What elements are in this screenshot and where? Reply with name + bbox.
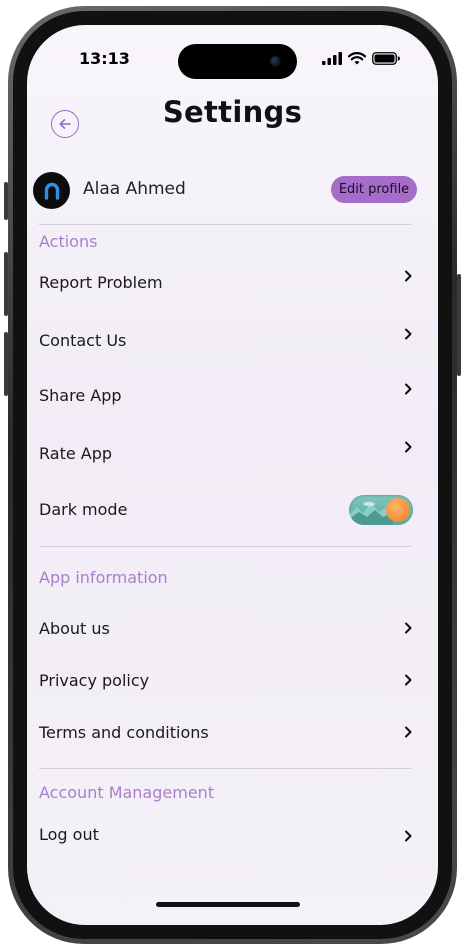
chevron-right-icon <box>405 726 412 738</box>
settings-item-label: Privacy policy <box>39 671 150 690</box>
volume-up-button <box>4 252 8 316</box>
volume-down-button <box>4 332 8 396</box>
dynamic-island <box>178 44 297 79</box>
power-button <box>457 274 461 376</box>
settings-item-label: Report Problem <box>39 273 163 292</box>
chevron-right-icon <box>405 328 412 340</box>
profile-name: Alaa Ahmed <box>83 179 186 199</box>
edit-profile-button[interactable]: Edit profile <box>331 176 417 203</box>
settings-item-label: Contact Us <box>39 331 127 350</box>
settings-item-label: Terms and conditions <box>39 723 209 742</box>
settings-item-label: Share App <box>39 386 122 405</box>
chevron-right-icon <box>405 383 412 395</box>
divider <box>39 224 411 225</box>
cellular-signal-icon <box>322 52 342 65</box>
chevron-right-icon <box>405 270 412 282</box>
settings-item-terms-and-conditions[interactable]: Terms and conditions <box>27 715 427 751</box>
phone-bezel: 13:13 Settings Alaa Ahmed Edit profile A… <box>13 11 452 939</box>
chevron-right-icon <box>405 441 412 453</box>
toggle-knob <box>386 498 410 522</box>
status-indicators <box>322 52 400 65</box>
divider <box>39 546 411 547</box>
chevron-right-icon <box>405 622 412 634</box>
chevron-right-icon <box>405 674 412 686</box>
settings-item-label: Dark mode <box>39 500 128 519</box>
user-avatar-icon <box>44 182 59 200</box>
settings-item-label: Rate App <box>39 444 113 463</box>
settings-item-label: About us <box>39 619 110 638</box>
section-title-actions: Actions <box>39 232 98 251</box>
settings-item-label: Log out <box>39 825 99 844</box>
phone-frame: 13:13 Settings Alaa Ahmed Edit profile A… <box>4 6 461 944</box>
section-title-account-management: Account Management <box>39 783 215 802</box>
settings-item-contact-us[interactable]: Contact Us <box>27 323 427 359</box>
screen: 13:13 Settings Alaa Ahmed Edit profile A… <box>27 25 438 925</box>
divider <box>39 768 411 769</box>
avatar[interactable] <box>33 172 70 209</box>
settings-item-about-us[interactable]: About us <box>27 611 427 647</box>
action-button <box>4 182 8 220</box>
section-title-app-information: App information <box>39 568 168 587</box>
home-indicator[interactable] <box>156 902 300 907</box>
settings-item-share-app[interactable]: Share App <box>27 378 427 414</box>
front-camera-icon <box>270 56 281 67</box>
settings-item-privacy-policy[interactable]: Privacy policy <box>27 663 427 699</box>
dark-mode-toggle[interactable] <box>349 495 413 525</box>
battery-icon <box>372 52 400 65</box>
page-title: Settings <box>162 95 303 129</box>
settings-item-rate-app[interactable]: Rate App <box>27 436 427 472</box>
settings-item-report-problem[interactable]: Report Problem <box>27 265 427 301</box>
wifi-icon <box>348 52 366 65</box>
chevron-right-icon <box>405 830 412 842</box>
status-time: 13:13 <box>79 49 130 68</box>
settings-item-dark-mode: Dark mode <box>27 492 427 528</box>
profile-card: Alaa Ahmed Edit profile <box>27 156 438 224</box>
settings-item-log-out[interactable]: Log out <box>27 817 427 853</box>
